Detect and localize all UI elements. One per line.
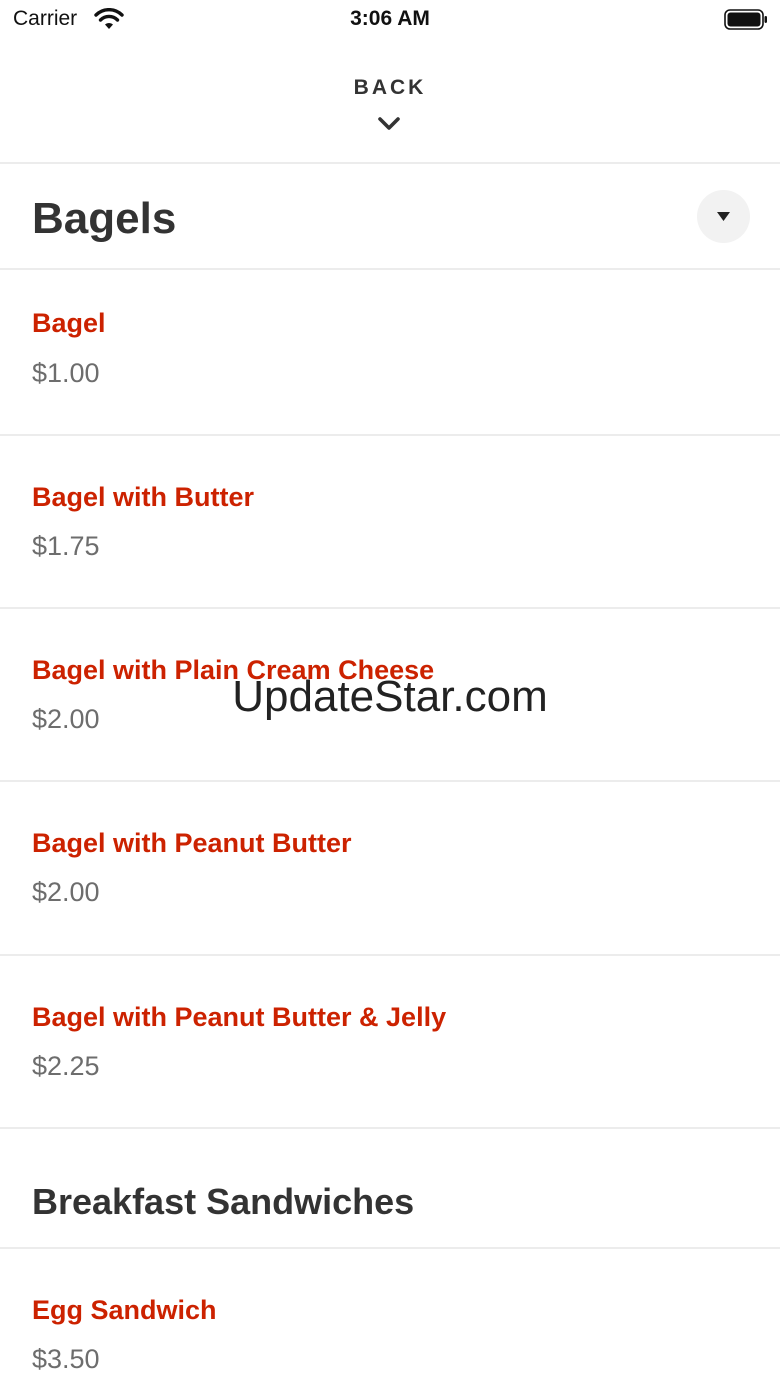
back-label: BACK (353, 76, 427, 99)
back-button[interactable]: BACK (0, 60, 780, 164)
collapse-category-button[interactable] (697, 190, 750, 243)
chevron-down-icon (378, 117, 400, 130)
item-name: Bagel with Plain Cream Cheese (32, 655, 435, 685)
item-price: $2.25 (32, 1051, 100, 1081)
menu-item[interactable]: Bagel with Peanut Butter $2.00 (0, 782, 780, 954)
item-price: $1.75 (32, 531, 100, 561)
status-bar: Carrier 3:06 AM (0, 0, 780, 40)
category-header-breakfast-sandwiches: Breakfast Sandwiches (0, 1129, 780, 1247)
item-name: Bagel with Peanut Butter & Jelly (32, 1002, 447, 1032)
menu-item[interactable]: Egg Sandwich $3.50 (0, 1249, 780, 1387)
battery-icon (724, 9, 767, 30)
category-title: Breakfast Sandwiches (32, 1181, 415, 1222)
menu-item[interactable]: Bagel with Plain Cream Cheese $2.00 (0, 609, 780, 781)
category-header-bagels: Bagels (0, 164, 780, 268)
item-price: $3.50 (32, 1344, 100, 1374)
menu-item[interactable]: Bagel $1.00 (0, 270, 780, 442)
status-time: 3:06 AM (350, 7, 430, 30)
category-title: Bagels (32, 194, 177, 243)
item-name: Egg Sandwich (32, 1295, 217, 1325)
item-name: Bagel with Peanut Butter (32, 828, 352, 858)
menu-item[interactable]: Bagel with Peanut Butter & Jelly $2.25 (0, 956, 780, 1128)
menu-item[interactable]: Bagel with Butter $1.75 (0, 436, 780, 608)
item-price: $2.00 (32, 877, 100, 907)
item-price: $2.00 (32, 704, 100, 734)
item-price: $1.00 (32, 358, 100, 388)
item-name: Bagel with Butter (32, 482, 255, 512)
item-name: Bagel (32, 308, 106, 338)
screen: Carrier 3:06 AM BACK Bagels Bagel $1.00 … (0, 0, 780, 1387)
caret-down-icon (717, 212, 730, 221)
